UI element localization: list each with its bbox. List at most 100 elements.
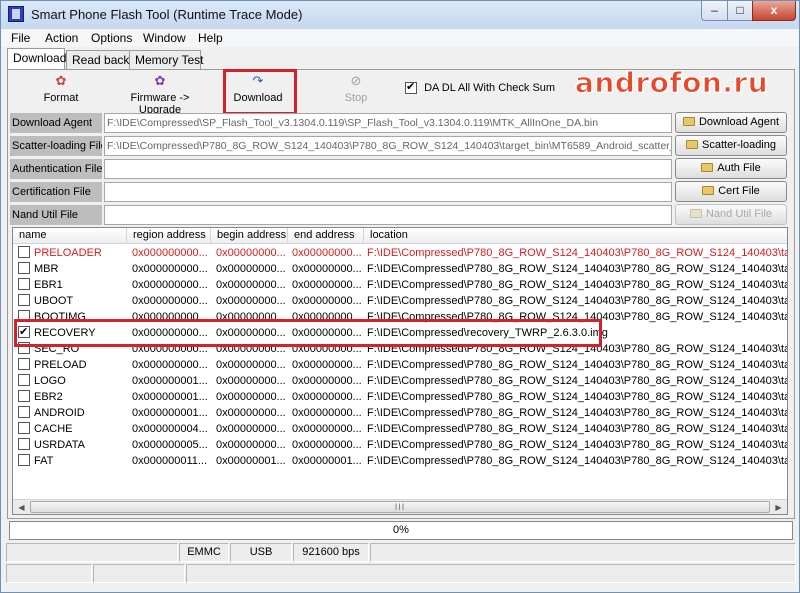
partition-name-cell: EBR2	[18, 389, 128, 405]
column-region-address[interactable]: region address	[127, 228, 211, 244]
partition-checkbox[interactable]	[18, 406, 30, 418]
da-dl-checksum-option[interactable]: DA DL All With Check Sum	[405, 80, 556, 95]
table-row[interactable]: CACHE 0x000000004... 0x00000000... 0x000000…	[13, 421, 787, 437]
partition-checkbox[interactable]	[18, 422, 30, 434]
region-address-cell: 0x000000000...	[132, 263, 208, 275]
table-row[interactable]: PRELOAD 0x000000000... 0x00000000... 0x0000…	[13, 357, 787, 373]
partition-checkbox[interactable]	[18, 246, 30, 258]
column-end-address[interactable]: end address	[288, 228, 364, 244]
stop-label: Stop	[344, 92, 368, 104]
download-agent-button[interactable]: Download Agent	[675, 112, 787, 133]
location-cell: F:\IDE\Compressed\P780_8G_ROW_S124_14040…	[367, 439, 787, 451]
partition-name-cell: MBR	[18, 261, 128, 277]
nand-util-file-field[interactable]	[104, 205, 672, 225]
column-name[interactable]: name	[13, 228, 127, 244]
folder-icon	[702, 186, 715, 195]
close-button[interactable]: x	[752, 1, 796, 21]
region-address-cell: 0x000000011...	[132, 455, 208, 467]
maximize-button[interactable]: □	[727, 1, 753, 21]
watermark: androfon.ru	[574, 66, 769, 100]
partition-checkbox[interactable]	[18, 454, 30, 466]
format-button[interactable]: ✿ Format	[35, 73, 87, 104]
stop-button[interactable]: ⊘ Stop	[337, 73, 375, 104]
tab-memory-test[interactable]: Memory Test	[129, 50, 203, 69]
partition-name-cell: EBR1	[18, 277, 128, 293]
menu-action[interactable]: Action	[45, 31, 78, 45]
region-address-cell: 0x000000001...	[132, 375, 208, 387]
menu-help[interactable]: Help	[198, 31, 223, 45]
location-cell: F:\IDE\Compressed\P780_8G_ROW_S124_14040…	[367, 279, 787, 291]
location-cell: F:\IDE\Compressed\P780_8G_ROW_S124_14040…	[367, 247, 787, 259]
table-row[interactable]: MBR 0x000000000... 0x00000000... 0x00000000…	[13, 261, 787, 277]
table-row[interactable]: FAT 0x000000011... 0x00000001... 0x00000001…	[13, 453, 787, 469]
auth-file-field[interactable]	[104, 159, 672, 179]
table-row[interactable]: UBOOT 0x000000000... 0x00000000... 0x000000…	[13, 293, 787, 309]
menu-window[interactable]: Window	[143, 31, 186, 45]
begin-address-cell: 0x00000000...	[216, 375, 286, 387]
table-row[interactable]: USRDATA 0x000000005... 0x00000000... 0x0000…	[13, 437, 787, 453]
scroll-thumb[interactable]: III	[30, 501, 770, 513]
da-dl-checkbox[interactable]	[405, 80, 417, 95]
horizontal-scrollbar[interactable]: ◀ III ▶	[13, 499, 787, 514]
region-address-cell: 0x000000000...	[132, 247, 208, 259]
status-cell-empty	[6, 564, 92, 583]
list-header: name region address begin address end ad…	[13, 228, 787, 244]
partition-checkbox[interactable]	[18, 358, 30, 370]
menu-file[interactable]: File	[11, 31, 30, 45]
scatter-file-field[interactable]: F:\IDE\Compressed\P780_8G_ROW_S124_14040…	[104, 136, 672, 156]
cert-file-button[interactable]: Cert File	[675, 181, 787, 202]
menu-options[interactable]: Options	[91, 31, 132, 45]
partition-list[interactable]: name region address begin address end ad…	[12, 227, 788, 515]
tab-download[interactable]: Download	[7, 48, 66, 69]
download-agent-label: Download Agent	[10, 113, 102, 133]
partition-name-cell: LOGO	[18, 373, 128, 389]
partition-name-cell: PRELOADER	[18, 245, 128, 261]
begin-address-cell: 0x00000000...	[216, 439, 286, 451]
location-cell: F:\IDE\Compressed\P780_8G_ROW_S124_14040…	[367, 423, 787, 435]
scatter-loading-button[interactable]: Scatter-loading	[675, 135, 787, 156]
begin-address-cell: 0x00000000...	[216, 359, 286, 371]
auth-file-label: Authentication File	[10, 159, 102, 179]
table-row[interactable]: LOGO 0x000000001... 0x00000000... 0x0000000…	[13, 373, 787, 389]
partition-checkbox[interactable]	[18, 438, 30, 450]
status-cell-empty	[186, 564, 796, 583]
folder-icon	[701, 163, 714, 172]
partition-name-cell: CACHE	[18, 421, 128, 437]
cert-file-field[interactable]	[104, 182, 672, 202]
table-row[interactable]: EBR1 0x000000000... 0x00000000... 0x0000000…	[13, 277, 787, 293]
region-address-cell: 0x000000001...	[132, 391, 208, 403]
partition-name: CACHE	[34, 423, 73, 435]
column-location[interactable]: location	[364, 228, 787, 244]
firmware-upgrade-button[interactable]: ✿ Firmware -> Upgrade	[109, 73, 211, 116]
table-row[interactable]: PRELOADER 0x000000000... 0x00000000... 0x00…	[13, 245, 787, 261]
scroll-left-icon[interactable]: ◀	[14, 501, 29, 514]
partition-checkbox[interactable]	[18, 294, 30, 306]
table-row[interactable]: ANDROID 0x000000001... 0x00000000... 0x0000…	[13, 405, 787, 421]
location-cell: F:\IDE\Compressed\P780_8G_ROW_S124_14040…	[367, 407, 787, 419]
nand-util-file-button[interactable]: Nand Util File	[675, 204, 787, 225]
column-begin-address[interactable]: begin address	[211, 228, 288, 244]
partition-checkbox[interactable]	[18, 278, 30, 290]
cert-file-label: Certification File	[10, 182, 102, 202]
table-row[interactable]: EBR2 0x000000001... 0x00000000... 0x0000000…	[13, 389, 787, 405]
scroll-right-icon[interactable]: ▶	[771, 501, 786, 514]
tab-read-back[interactable]: Read back	[66, 50, 130, 69]
status-baud: 921600 bps	[293, 543, 369, 562]
download-agent-field[interactable]: F:\IDE\Compressed\SP_Flash_Tool_v3.1304.…	[104, 113, 672, 133]
folder-icon	[689, 209, 702, 218]
da-dl-label: DA DL All With Check Sum	[424, 82, 556, 94]
app-icon	[8, 6, 24, 22]
scatter-loading-button-label: Scatter-loading	[702, 139, 776, 151]
partition-name: PRELOAD	[34, 359, 87, 371]
auth-file-button[interactable]: Auth File	[675, 158, 787, 179]
progress-bar: 0%	[9, 521, 793, 540]
scatter-file-label: Scatter-loading File	[10, 136, 102, 156]
partition-checkbox[interactable]	[18, 374, 30, 386]
partition-name-cell: USRDATA	[18, 437, 128, 453]
partition-checkbox[interactable]	[18, 390, 30, 402]
recovery-highlight-box	[14, 319, 602, 347]
partition-checkbox[interactable]	[18, 262, 30, 274]
minimize-button[interactable]: –	[701, 1, 728, 21]
begin-address-cell: 0x00000000...	[216, 279, 286, 291]
title-bar[interactable]: Smart Phone Flash Tool (Runtime Trace Mo…	[1, 1, 799, 29]
